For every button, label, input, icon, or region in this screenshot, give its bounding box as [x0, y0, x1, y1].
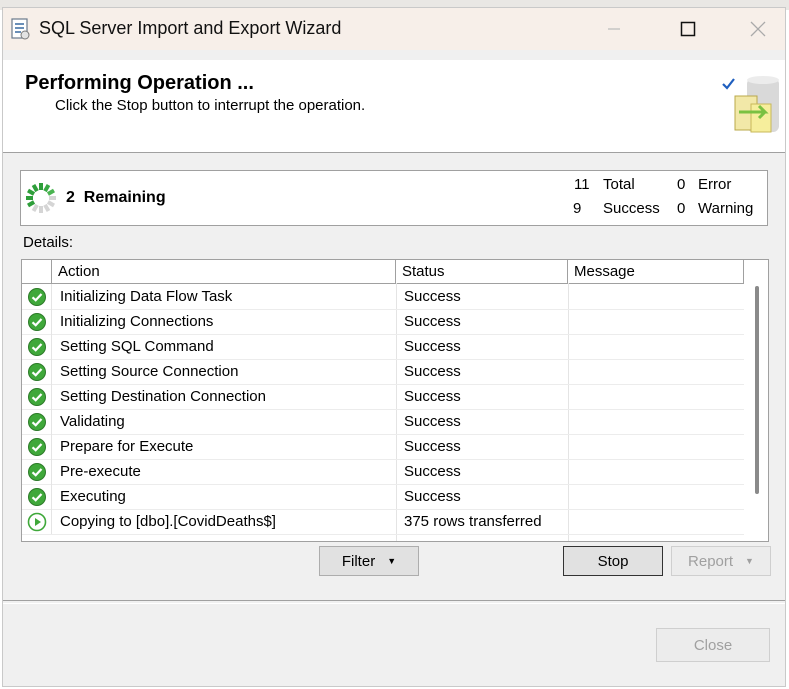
remaining-count: 2	[66, 189, 75, 206]
window-title: SQL Server Import and Export Wizard	[39, 18, 342, 38]
success-count: 9	[573, 200, 582, 217]
success-check-icon	[22, 309, 52, 334]
row-status: Success	[404, 438, 461, 455]
row-status: Success	[404, 463, 461, 480]
error-count: 0	[677, 176, 686, 193]
row-status: Success	[404, 413, 461, 430]
progress-spinner-icon	[26, 183, 56, 213]
dropdown-arrow-icon: ▼	[387, 556, 397, 566]
total-count: 11	[574, 176, 590, 193]
wizard-window: SQL Server Import and Export Wizard Perf…	[2, 7, 786, 687]
row-status: Success	[404, 288, 461, 305]
report-button-label: Report	[688, 552, 734, 570]
stop-button[interactable]: Stop	[563, 546, 663, 576]
success-check-icon	[22, 484, 52, 509]
success-check-icon	[22, 459, 52, 484]
column-header-action[interactable]: Action	[52, 260, 396, 283]
row-action: Setting Source Connection	[60, 363, 239, 380]
row-action: Setting SQL Command	[60, 338, 214, 355]
wizard-banner-icon	[722, 76, 779, 133]
wizard-app-icon	[11, 18, 30, 40]
table-row[interactable]: Copying to [dbo].[CovidDeaths$] 375 rows …	[22, 509, 744, 535]
total-label: Total	[603, 176, 635, 193]
table-row[interactable]: Initializing Data Flow Task Success	[22, 284, 744, 310]
page-subtitle: Click the Stop button to interrupt the o…	[55, 97, 366, 114]
row-action: Executing	[60, 488, 126, 505]
remaining-status: 2 Remaining	[66, 189, 166, 207]
close-button-label: Close	[693, 636, 733, 654]
grid-header: Action Status Message	[22, 260, 744, 284]
table-row[interactable]: Executing Success	[22, 484, 744, 510]
error-label: Error	[698, 176, 732, 193]
stop-button-label: Stop	[597, 552, 629, 570]
scrollbar-thumb[interactable]	[755, 286, 759, 494]
close-icon	[750, 21, 766, 37]
column-header-message[interactable]: Message	[568, 260, 744, 283]
success-check-icon	[22, 284, 52, 309]
maximize-icon	[680, 21, 696, 37]
page-title: Performing Operation ...	[25, 72, 254, 94]
minimize-button[interactable]	[591, 8, 637, 50]
in-progress-play-icon	[22, 509, 52, 534]
success-check-icon	[22, 384, 52, 409]
table-row[interactable]: Setting SQL Command Success	[22, 334, 744, 360]
report-button[interactable]: Report ▼	[671, 546, 771, 576]
table-row[interactable]: Setting Destination Connection Success	[22, 384, 744, 410]
close-window-button[interactable]	[735, 8, 781, 50]
success-check-icon	[22, 334, 52, 359]
warning-label: Warning	[698, 200, 754, 217]
row-status: Success	[404, 488, 461, 505]
row-status: Success	[404, 338, 461, 355]
progress-summary-panel: 2 Remaining 11 Total 0 Error 9 Success 0…	[20, 170, 768, 226]
column-header-status[interactable]: Status	[396, 260, 568, 283]
success-check-icon	[22, 409, 52, 434]
row-status: Success	[404, 363, 461, 380]
row-action: Validating	[60, 413, 125, 430]
title-bar[interactable]: SQL Server Import and Export Wizard	[3, 8, 785, 50]
table-row[interactable]: Pre-execute Success	[22, 459, 744, 485]
row-status: Success	[404, 388, 461, 405]
filter-button-label: Filter	[341, 552, 376, 570]
row-action: Initializing Connections	[60, 313, 214, 330]
maximize-button[interactable]	[665, 8, 711, 50]
close-button[interactable]: Close	[656, 628, 770, 662]
column-header-icon	[22, 260, 52, 283]
row-action: Prepare for Execute	[60, 438, 194, 455]
row-action: Initializing Data Flow Task	[60, 288, 233, 305]
remaining-label: Remaining	[83, 189, 166, 206]
success-check-icon	[22, 359, 52, 384]
filter-button[interactable]: Filter ▼	[319, 546, 419, 576]
page-header: Performing Operation ... Click the Stop …	[3, 60, 785, 153]
table-row[interactable]: Initializing Connections Success	[22, 309, 744, 335]
table-row[interactable]: Setting Source Connection Success	[22, 359, 744, 385]
row-action: Copying to [dbo].[CovidDeaths$]	[60, 513, 276, 530]
minimize-icon	[608, 28, 620, 30]
success-label: Success	[603, 200, 660, 217]
dropdown-arrow-icon: ▼	[745, 556, 754, 566]
success-check-icon	[22, 434, 52, 459]
table-row[interactable]: Prepare for Execute Success	[22, 434, 744, 460]
row-status: 375 rows transferred	[404, 513, 542, 530]
details-grid[interactable]: Action Status Message Initializing Data …	[21, 259, 769, 542]
details-label: Details:	[23, 234, 74, 251]
row-status: Success	[404, 313, 461, 330]
row-action: Pre-execute	[60, 463, 141, 480]
warning-count: 0	[677, 200, 686, 217]
row-action: Setting Destination Connection	[60, 388, 266, 405]
vertical-scrollbar[interactable]	[744, 260, 768, 541]
table-row[interactable]: Validating Success	[22, 409, 744, 435]
footer-divider	[3, 600, 785, 604]
